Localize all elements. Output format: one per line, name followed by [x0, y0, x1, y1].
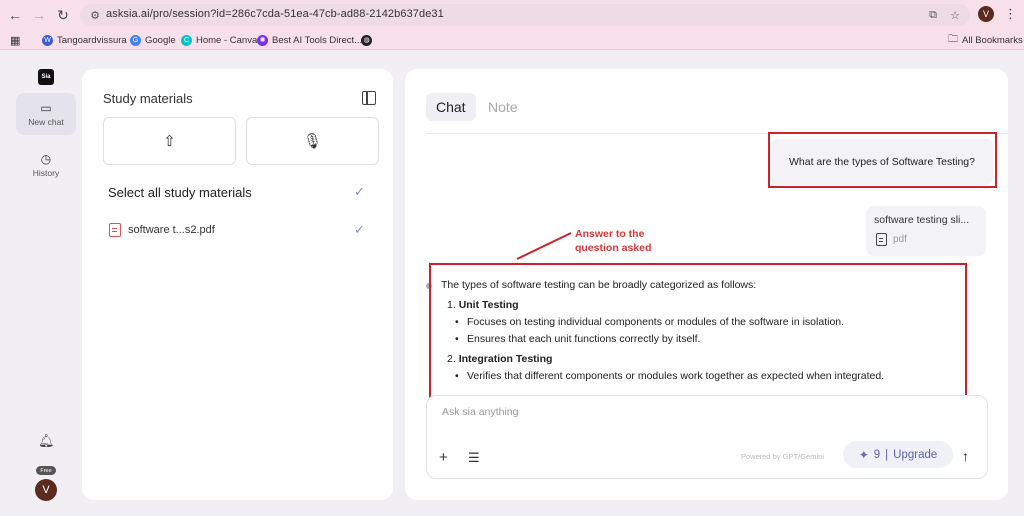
bookmarks-bar: ▦ W Tangoardvissura - G Google C Home - …	[0, 30, 1024, 50]
study-file-item[interactable]: software t...s2.pdf	[109, 223, 215, 237]
select-all-label[interactable]: Select all study materials	[108, 185, 252, 200]
browser-profile-avatar[interactable]: V	[978, 6, 994, 22]
pdf-file-icon	[109, 223, 121, 237]
clock-icon: ◷	[40, 151, 52, 166]
browser-menu-icon[interactable]: ⋮	[1004, 6, 1017, 22]
annotation-text: Answer to the question asked	[575, 228, 652, 254]
upload-button[interactable]: ⇧	[103, 117, 236, 165]
url-text[interactable]: asksia.ai/pro/session?id=286c7cda-51ea-4…	[106, 8, 444, 20]
bookmark-google[interactable]: G Google	[130, 33, 176, 47]
plus-icon[interactable]: +	[439, 450, 448, 465]
globe-icon: ◍	[361, 34, 372, 46]
answer-highlight-box	[429, 263, 967, 400]
credits-count: 9	[873, 448, 881, 461]
install-app-icon[interactable]: ⧉	[926, 8, 940, 22]
ai-tools-icon: ✺	[257, 34, 268, 46]
address-bar[interactable]: ⚙ asksia.ai/pro/session?id=286c7cda-51ea…	[80, 4, 970, 26]
tab-note[interactable]: Note	[478, 93, 528, 121]
record-audio-button[interactable]: 🎙︎	[246, 117, 379, 165]
settings-sliders-icon[interactable]: ☰	[468, 450, 480, 465]
file-check-icon[interactable]: ✓	[354, 222, 365, 238]
attached-file-name: software testing sli...	[874, 214, 970, 226]
chat-panel: Chat Note What are the types of Software…	[405, 69, 1008, 500]
bookmark-star-icon[interactable]: ☆	[948, 8, 962, 22]
attached-file-card[interactable]: software testing sli... pdf	[866, 206, 986, 256]
tab-chat[interactable]: Chat	[426, 93, 476, 121]
new-chat-button[interactable]: ▭ New chat	[16, 93, 76, 135]
annotation-arrow	[516, 232, 572, 260]
plan-badge: Free	[36, 466, 56, 475]
chat-bubble-icon: ▭	[40, 100, 52, 115]
select-all-check-icon[interactable]: ✓	[354, 184, 365, 200]
sia-logo[interactable]: Sia	[38, 69, 54, 85]
avatar[interactable]: V	[35, 479, 57, 501]
wordpress-icon: W	[42, 34, 53, 46]
bookmark-tangoardvissura[interactable]: W Tangoardvissura -	[42, 33, 133, 47]
attached-file-type: pdf	[876, 233, 907, 246]
bell-icon[interactable]: 🔔︎	[38, 433, 55, 449]
send-arrow-icon[interactable]: ↑	[962, 448, 969, 464]
google-icon: G	[130, 34, 141, 46]
apps-grid-icon[interactable]: ▦	[10, 33, 20, 47]
all-bookmarks[interactable]: 🗀 All Bookmarks	[948, 33, 1023, 47]
reload-icon[interactable]: ↻	[54, 6, 72, 24]
question-highlight-box	[768, 132, 997, 188]
study-materials-title: Study materials	[103, 91, 193, 106]
browser-toolbar: ← → ↻ ⚙ asksia.ai/pro/session?id=286c7cd…	[0, 0, 1024, 30]
history-button[interactable]: ◷ History	[16, 144, 76, 186]
sidebar-toggle-icon[interactable]	[362, 91, 376, 105]
folder-icon: 🗀	[948, 33, 958, 45]
canva-icon: C	[181, 34, 192, 46]
document-icon	[876, 233, 887, 246]
upgrade-button[interactable]: ✦ 9 | Upgrade	[843, 441, 953, 468]
bookmark-globe[interactable]: ◍	[361, 33, 372, 47]
upload-icon: ⇧	[163, 133, 176, 150]
back-icon[interactable]: ←	[6, 6, 24, 24]
app-rail: Sia ▭ New chat ◷ History 🔔︎ Free V	[0, 51, 90, 516]
forward-icon[interactable]: →	[30, 6, 48, 24]
sparkle-icon: ✦	[858, 447, 869, 462]
chat-input[interactable]: Ask sia anything	[442, 406, 518, 418]
microphone-icon: 🎙︎	[302, 133, 323, 150]
site-info-icon[interactable]: ⚙	[88, 8, 102, 22]
bookmark-ai-tools[interactable]: ✺ Best AI Tools Direct...	[257, 33, 362, 47]
chat-composer[interactable]: Ask sia anything + ☰ Powered by GPT/Gemi…	[426, 395, 988, 479]
bookmark-canva[interactable]: C Home - Canva	[181, 33, 257, 47]
powered-by-label: Powered by GPT/Gemini	[741, 452, 824, 461]
study-materials-panel: Study materials ⇧ 🎙︎ Select all study ma…	[82, 69, 393, 500]
